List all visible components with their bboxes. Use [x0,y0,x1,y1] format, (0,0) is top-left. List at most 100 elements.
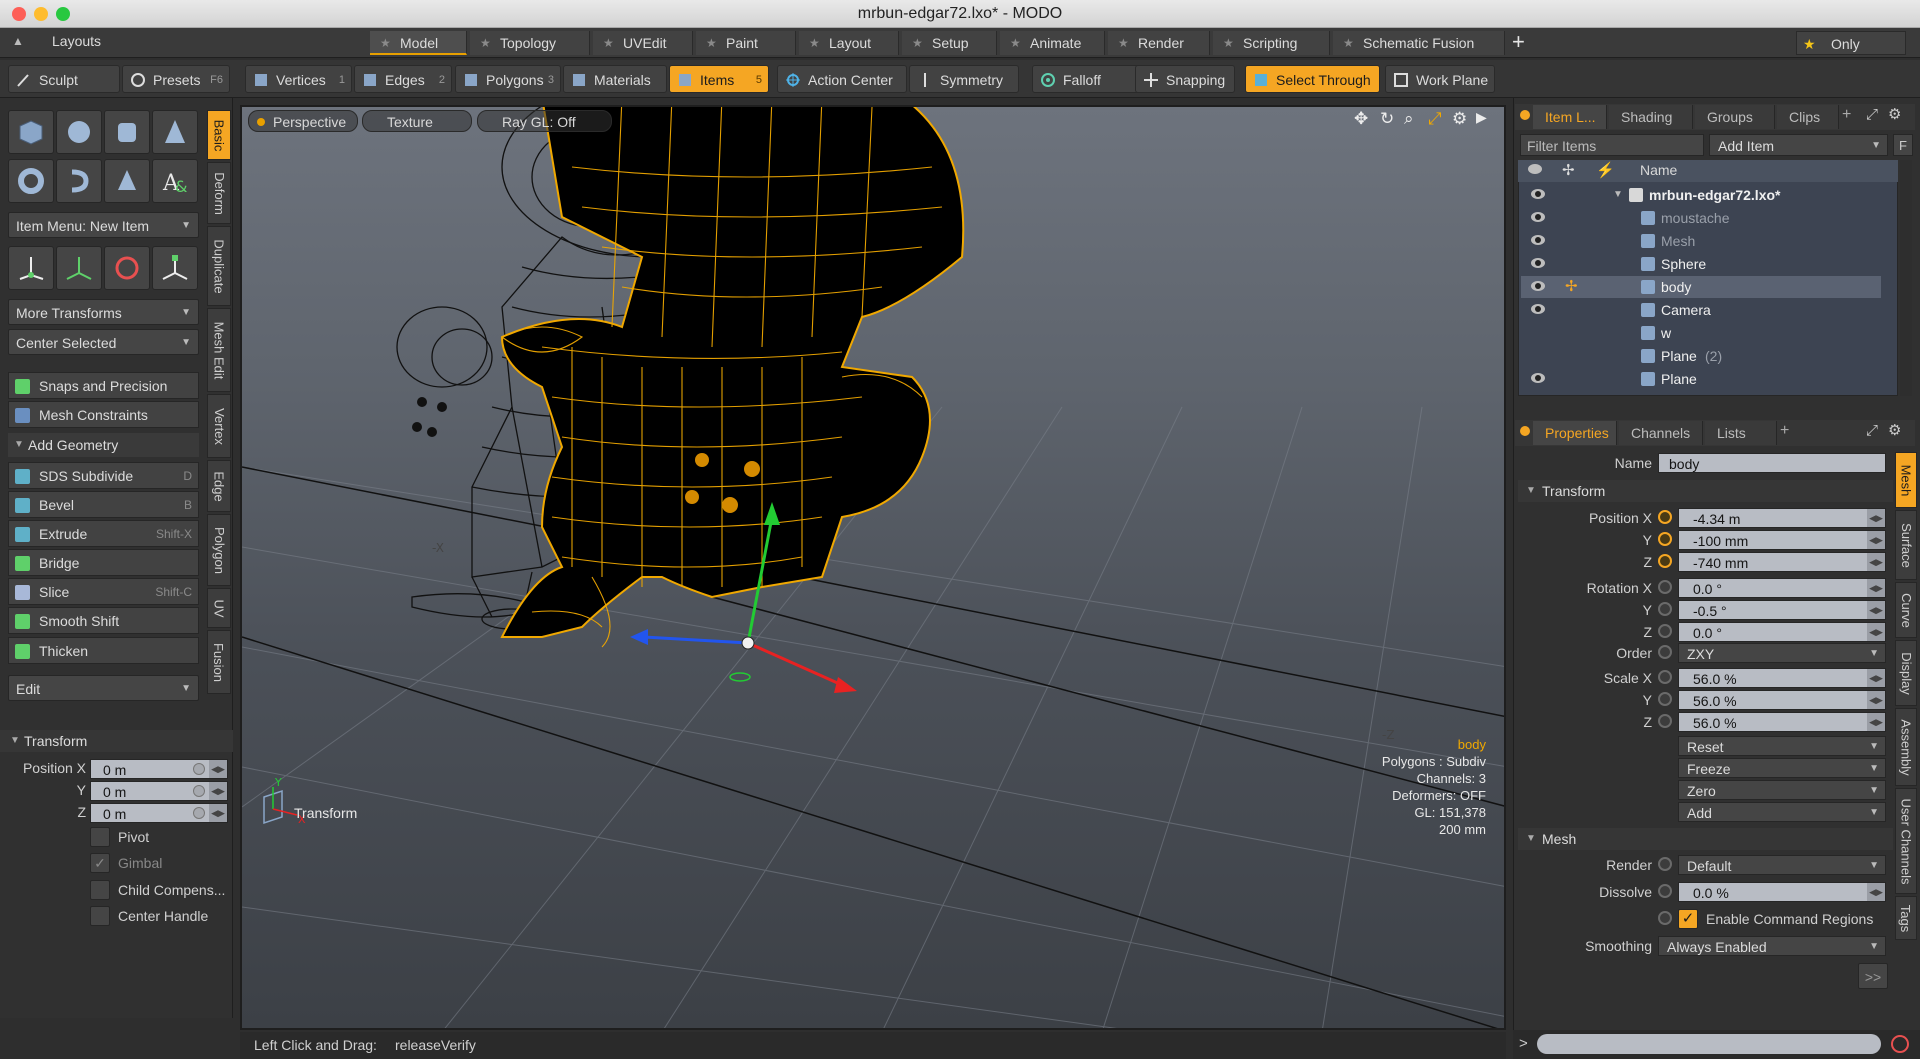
zoom-icon[interactable]: ⌕ [1404,109,1414,129]
item-list-row[interactable]: w [1521,322,1881,344]
zero-dropdown[interactable]: Zero ▼ [1678,780,1886,800]
item-name-field[interactable]: body [1658,453,1886,473]
transform-lock-icon[interactable]: ✢ [1565,276,1578,298]
vtab-vertex[interactable]: Vertex [207,394,231,458]
tab-model[interactable]: ★ Model [370,31,467,55]
transform-section-header[interactable]: ▼ Transform [0,730,233,752]
slider-arrows-icon[interactable]: ◀▶ [1867,579,1885,597]
scale-tool-button[interactable] [152,246,198,290]
vertices-mode-button[interactable]: Vertices 1 [245,65,352,93]
visibility-eye-icon[interactable] [1531,304,1545,314]
record-icon[interactable] [1891,1035,1909,1053]
play-arrow-icon[interactable]: ▶ [1476,109,1487,126]
item-list-scrollbar[interactable] [1900,160,1912,396]
item-list-row[interactable]: Sphere [1521,253,1881,275]
properties-mesh-header[interactable]: ▼ Mesh [1518,828,1893,850]
scale-x-field[interactable]: 56.0 % ◀▶ [1678,668,1886,688]
scale-z-channel-dot[interactable] [1658,714,1672,728]
vtab-fusion[interactable]: Fusion [207,630,231,694]
add-dropdown[interactable]: Add ▼ [1678,802,1886,822]
spotlight-primitive-button[interactable] [104,159,150,203]
sphere-primitive-button[interactable] [56,110,102,154]
item-list-row[interactable]: Mesh [1521,230,1881,252]
scale-y-channel-dot[interactable] [1658,692,1672,706]
center-selected-dropdown[interactable]: Center Selected ▼ [8,329,199,355]
sculpt-button[interactable]: Sculpt [8,65,120,93]
tab-paint[interactable]: ★ Paint [696,31,796,55]
viewport-texture-tab[interactable]: Texture [362,110,472,132]
fit-view-icon[interactable]: ⤢ [1428,109,1442,129]
symmetry-button[interactable]: Symmetry [909,65,1019,93]
text-primitive-button[interactable]: A & [152,159,198,203]
smooth-shift-button[interactable]: Smooth Shift [8,607,199,634]
work-plane-button[interactable]: Work Plane [1385,65,1495,93]
slider-arrows-icon[interactable]: ◀▶ [1867,623,1885,641]
rvtab-display[interactable]: Display [1895,640,1917,706]
rvtab-surface[interactable]: Surface [1895,510,1917,580]
tab-schematic-fusion[interactable]: ★ Schematic Fusion [1333,31,1505,55]
pan-icon[interactable]: ✥ [1354,109,1368,129]
gear-icon[interactable]: ⚙ [1888,105,1901,123]
vtab-uv[interactable]: UV [207,588,231,628]
dissolve-field[interactable]: 0.0 % ◀▶ [1678,882,1886,902]
tab-setup[interactable]: ★ Setup [902,31,997,55]
tab-item-list[interactable]: Item L... [1533,105,1607,129]
move-tool-button[interactable] [8,246,54,290]
snaps-precision-button[interactable]: Snaps and Precision [8,372,199,399]
orbit-icon[interactable]: ↻ [1380,109,1394,129]
snapping-button[interactable]: Snapping [1135,65,1235,93]
bridge-button[interactable]: Bridge [8,549,199,576]
pos-y-field[interactable]: -100 mm ◀▶ [1678,530,1886,550]
gimbal-checkbox[interactable]: ✓ [90,853,110,873]
tab-groups[interactable]: Groups [1695,105,1775,129]
vtab-mesh-edit[interactable]: Mesh Edit [207,308,231,392]
rot-x-field[interactable]: 0.0 ° ◀▶ [1678,578,1886,598]
transform-tool-button[interactable] [56,246,102,290]
tab-properties[interactable]: Properties [1533,421,1617,445]
properties-transform-header[interactable]: ▼ Transform [1518,480,1893,502]
slider-arrows-icon[interactable]: ◀▶ [1867,553,1885,571]
extrude-button[interactable]: Extrude Shift-X [8,520,199,547]
scale-x-channel-dot[interactable] [1658,670,1672,684]
visibility-eye-icon[interactable] [1531,373,1545,383]
vtab-edge[interactable]: Edge [207,460,231,512]
reset-dropdown[interactable]: Reset ▼ [1678,736,1886,756]
slider-arrows-icon[interactable]: ◀▶ [209,804,227,822]
layouts-menu[interactable]: Layouts [52,33,101,49]
order-channel-dot[interactable] [1658,645,1672,659]
item-list-row[interactable]: ▼ mrbun-edgar72.lxo* [1521,184,1881,206]
visibility-eye-icon[interactable] [1531,189,1545,199]
polygons-mode-button[interactable]: Polygons 3 [455,65,561,93]
tab-channels[interactable]: Channels [1619,421,1703,445]
more-transforms-dropdown[interactable]: More Transforms ▼ [8,299,199,325]
rvtab-tags[interactable]: Tags [1895,896,1917,940]
smoothing-dropdown[interactable]: Always Enabled ▼ [1658,936,1886,956]
tab-animate[interactable]: ★ Animate [1000,31,1105,55]
sds-subdivide-button[interactable]: SDS Subdivide D [8,462,199,489]
falloff-button[interactable]: Falloff [1032,65,1142,93]
slider-arrows-icon[interactable]: ◀▶ [1867,691,1885,709]
child-compensation-checkbox[interactable] [90,880,110,900]
slice-button[interactable]: Slice Shift-C [8,578,199,605]
pos-z-field[interactable]: -740 mm ◀▶ [1678,552,1886,572]
filter-f-button[interactable]: F [1893,134,1913,156]
dissolve-channel-dot[interactable] [1658,884,1672,898]
vtab-polygon[interactable]: Polygon [207,514,231,586]
pos-y-channel-dot[interactable] [1658,532,1672,546]
bevel-button[interactable]: Bevel B [8,491,199,518]
presets-button[interactable]: Presets F6 [122,65,230,93]
3d-viewport[interactable]: -X -Z Y X Perspective Texture Ray GL: Of… [240,105,1506,1030]
collapse-arrow-icon[interactable]: ▲ [12,34,24,48]
scale-y-field[interactable]: 56.0 % ◀▶ [1678,690,1886,710]
expand-panel-icon[interactable]: ⤢ [1866,106,1878,123]
item-list-row[interactable]: Camera [1521,299,1881,321]
mesh-constraints-button[interactable]: Mesh Constraints [8,401,199,428]
vtab-deform[interactable]: Deform [207,162,231,224]
slider-arrows-icon[interactable]: ◀▶ [1867,669,1885,687]
rot-y-field[interactable]: -0.5 ° ◀▶ [1678,600,1886,620]
item-list-row[interactable]: Plane [1521,368,1881,390]
tab-render[interactable]: ★ Render [1108,31,1210,55]
tab-lists[interactable]: Lists [1705,421,1777,445]
slider-arrows-icon[interactable]: ◀▶ [1867,601,1885,619]
select-through-button[interactable]: Select Through [1245,65,1380,93]
